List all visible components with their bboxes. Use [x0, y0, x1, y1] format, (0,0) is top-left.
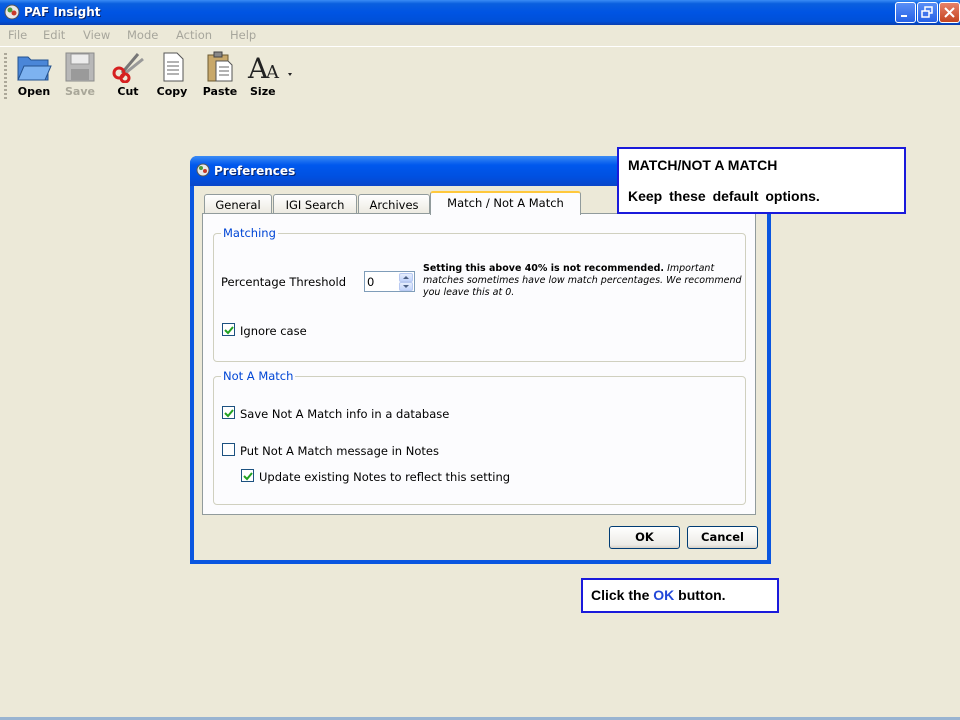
minimize-button[interactable]	[895, 2, 916, 23]
dropdown-arrow-icon	[288, 73, 292, 76]
checkmark-icon	[243, 472, 253, 481]
save-label: Save	[65, 85, 95, 98]
menu-mode[interactable]: Mode	[127, 28, 158, 42]
checkmark-icon	[224, 326, 234, 335]
copy-icon	[163, 52, 184, 82]
minimize-icon	[901, 15, 907, 17]
tab-archives[interactable]: Archives	[358, 194, 430, 214]
put-notes-checkbox[interactable]	[222, 443, 235, 456]
copy-button[interactable]: Copy	[150, 51, 194, 107]
menu-help[interactable]: Help	[230, 28, 256, 42]
open-label: Open	[17, 85, 51, 98]
svg-text:A: A	[265, 62, 280, 83]
menu-bar: File Edit View Mode Action Help	[0, 25, 960, 46]
put-notes-label: Put Not A Match message in Notes	[240, 444, 439, 458]
app-tree-icon	[4, 4, 20, 20]
threshold-input[interactable]	[367, 274, 399, 289]
copy-label: Copy	[156, 85, 188, 98]
ignore-case-checkbox[interactable]	[222, 323, 235, 336]
menu-file[interactable]: File	[8, 28, 27, 42]
ok-instruction-text: Click the OK button.	[591, 587, 726, 603]
open-button[interactable]: Open	[12, 51, 56, 107]
save-db-checkbox[interactable]	[222, 406, 235, 419]
save-db-label: Save Not A Match info in a database	[240, 407, 450, 421]
tab-general[interactable]: General	[204, 194, 272, 214]
maximize-button[interactable]	[917, 2, 938, 23]
cancel-button[interactable]: Cancel	[687, 526, 758, 549]
spinner-down-button[interactable]	[399, 282, 413, 291]
threshold-label: Percentage Threshold	[221, 275, 347, 289]
window-title: PAF Insight	[24, 5, 101, 19]
save-button[interactable]: Save	[58, 51, 102, 107]
paste-button[interactable]: Paste	[198, 51, 242, 107]
threshold-spinner[interactable]	[364, 271, 415, 292]
menu-edit[interactable]: Edit	[43, 28, 65, 42]
scissors-icon	[112, 53, 144, 83]
ok-instruction-pre: Click the	[591, 587, 650, 603]
paste-label: Paste	[202, 85, 238, 98]
window-titlebar: PAF Insight	[0, 0, 960, 25]
close-button[interactable]	[939, 2, 960, 23]
update-notes-label: Update existing Notes to reflect this se…	[259, 470, 511, 484]
update-notes-checkbox[interactable]	[241, 469, 254, 482]
close-icon	[944, 7, 955, 18]
floppy-disk-icon	[65, 52, 95, 82]
ok-instruction-post: button.	[678, 587, 726, 603]
font-size-icon: A A	[247, 52, 292, 83]
checkmark-icon	[224, 409, 234, 418]
ok-instruction-callout: Click the OK button.	[581, 578, 779, 613]
cut-label: Cut	[117, 85, 139, 98]
arrow-up-icon	[403, 276, 409, 279]
not-a-match-group: Not A Match	[213, 369, 746, 505]
cut-button[interactable]: Cut	[106, 51, 150, 107]
toolbar-grip[interactable]	[4, 53, 7, 101]
toolbar: Open Save Cut Copy Paste A A Size	[0, 46, 960, 110]
dialog-title: Preferences	[214, 164, 296, 178]
arrow-down-icon	[403, 285, 409, 288]
menu-action[interactable]: Action	[176, 28, 212, 42]
restore-icon	[921, 6, 933, 18]
threshold-note: Setting this above 40% is not recommende…	[423, 263, 743, 299]
app-tree-icon	[196, 163, 210, 177]
size-label: Size	[250, 85, 276, 98]
matching-group-title: Matching	[221, 226, 278, 240]
threshold-note-bold: Setting this above 40% is not recommende…	[423, 263, 665, 274]
callout-heading: MATCH/NOT A MATCH	[628, 157, 778, 173]
tab-igi-search[interactable]: IGI Search	[273, 194, 357, 214]
callout-text: Keep these default options.	[628, 188, 820, 204]
ok-button[interactable]: OK	[609, 526, 680, 549]
instruction-callout: MATCH/NOT A MATCH Keep these default opt…	[617, 147, 906, 214]
tab-match-not-a-match[interactable]: Match / Not A Match	[430, 191, 581, 215]
spinner-up-button[interactable]	[399, 273, 413, 282]
clipboard-paste-icon	[207, 51, 233, 82]
not-a-match-group-title: Not A Match	[221, 369, 296, 383]
size-button[interactable]: A A Size	[244, 51, 296, 107]
ok-instruction-ok: OK	[653, 587, 675, 603]
ignore-case-label: Ignore case	[240, 324, 307, 338]
menu-view[interactable]: View	[83, 28, 110, 42]
folder-open-icon	[17, 56, 52, 81]
